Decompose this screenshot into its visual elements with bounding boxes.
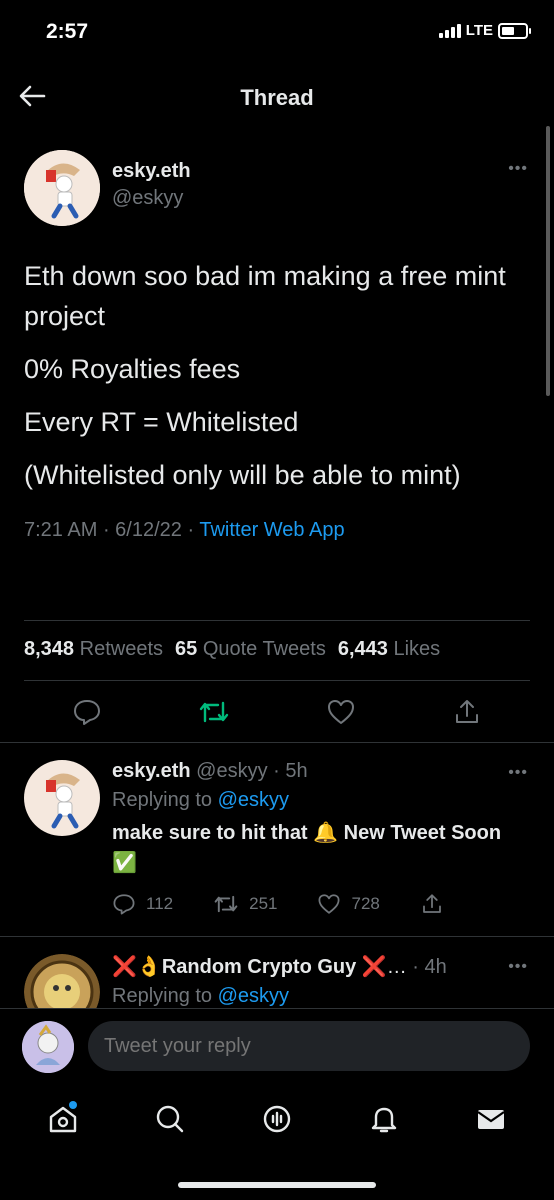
author-name[interactable]: esky.eth xyxy=(112,160,191,183)
status-time: 2:57 xyxy=(46,20,89,43)
reply-count: 112 xyxy=(146,894,174,913)
tweet-line: 0% Royalties fees xyxy=(24,354,241,384)
name-prefix-emoji: ❌👌 xyxy=(112,956,162,978)
more-options-button[interactable]: ••• xyxy=(508,958,528,976)
author-handle[interactable]: @eskyy xyxy=(112,187,191,210)
tweet-time: 7:21 AM xyxy=(24,519,98,541)
heart-icon xyxy=(328,699,354,724)
spaces-icon xyxy=(263,1105,291,1133)
more-horizontal-icon: ••• xyxy=(508,958,528,975)
author-name[interactable]: Random Crypto Guy xyxy=(162,956,356,978)
avatar-art-icon xyxy=(24,760,100,836)
search-icon xyxy=(156,1105,184,1133)
tweet-line: Eth down soo bad im making a free mint p… xyxy=(24,261,506,331)
tweet-line: (Whitelisted only will be able to mint) xyxy=(24,460,461,490)
avatar-art-icon xyxy=(22,1021,74,1073)
network-label: LTE xyxy=(465,22,493,39)
reply-button[interactable]: 112 xyxy=(112,892,173,916)
like-count: 728 xyxy=(351,894,380,913)
check-emoji-icon: ✅ xyxy=(112,852,137,874)
tweet-text: Eth down soo bad im making a free mint p… xyxy=(24,256,530,495)
reply-text: make sure to hit that 🔔 New Tweet Soon ✅ xyxy=(112,822,502,874)
reply-actions: 112 251 728 xyxy=(112,892,530,916)
share-icon xyxy=(422,894,441,913)
top-bar: Thread xyxy=(0,66,554,128)
reply-header: esky.eth @eskyy · 5h xyxy=(112,760,308,782)
reply-header: ❌👌Random Crypto Guy ❌… · 4h xyxy=(112,956,447,978)
retweet-icon xyxy=(199,701,229,722)
bell-emoji-icon: 🔔 xyxy=(313,822,339,844)
like-button[interactable] xyxy=(326,697,356,732)
reply-input[interactable] xyxy=(88,1021,530,1071)
divider xyxy=(24,680,530,681)
tab-notifications[interactable] xyxy=(362,1097,406,1141)
more-options-button[interactable]: ••• xyxy=(508,160,528,178)
avatar-art-icon xyxy=(24,954,100,1008)
bottom-tab-bar xyxy=(0,1084,554,1154)
replying-to-link[interactable]: @eskyy xyxy=(218,789,289,811)
replying-to-link[interactable]: @eskyy xyxy=(218,985,289,1007)
reply-tweet[interactable]: ❌👌Random Crypto Guy ❌… · 4h Replying to … xyxy=(24,954,530,1008)
like-button[interactable]: 728 xyxy=(317,892,380,916)
retweet-count: 251 xyxy=(249,894,278,913)
share-button[interactable] xyxy=(452,697,482,732)
tab-home[interactable] xyxy=(41,1097,85,1141)
replying-to: Replying to @eskyy xyxy=(112,985,290,1007)
divider xyxy=(24,620,530,621)
likes-stat[interactable]: 6,443 Likes xyxy=(338,638,440,661)
avatar[interactable] xyxy=(24,150,100,226)
tab-spaces[interactable] xyxy=(255,1097,299,1141)
heart-icon xyxy=(319,894,340,914)
avatar[interactable] xyxy=(24,760,100,836)
messages-icon xyxy=(476,1110,505,1129)
divider xyxy=(0,742,554,743)
notifications-icon xyxy=(371,1107,396,1133)
quotes-stat[interactable]: 65 Quote Tweets xyxy=(175,638,326,661)
tab-search[interactable] xyxy=(148,1097,192,1141)
replying-to: Replying to @eskyy xyxy=(112,789,290,811)
share-button[interactable] xyxy=(420,892,444,916)
tweet-line: Every RT = Whitelisted xyxy=(24,407,299,437)
reply-time: 4h xyxy=(424,956,447,978)
reply-time: 5h xyxy=(285,760,308,782)
retweet-icon xyxy=(214,895,238,913)
home-indicator[interactable] xyxy=(178,1182,376,1188)
avatar[interactable] xyxy=(24,954,100,1008)
share-icon xyxy=(456,699,478,723)
tweet-actions xyxy=(24,692,530,736)
avatar-art-icon xyxy=(24,150,100,226)
main-tweet: esky.eth @eskyy ••• Eth down soo bad im … xyxy=(24,150,530,542)
reply-composer xyxy=(0,1008,554,1084)
more-horizontal-icon: ••• xyxy=(508,764,528,781)
page-title: Thread xyxy=(240,85,314,110)
divider xyxy=(0,936,554,937)
author-handle[interactable]: @eskyy xyxy=(196,760,267,782)
retweet-button[interactable]: 251 xyxy=(213,892,277,916)
reply-bubble-icon xyxy=(113,894,135,915)
more-options-button[interactable]: ••• xyxy=(508,764,528,782)
tweet-date: 6/12/22 xyxy=(115,519,182,541)
retweets-stat[interactable]: 8,348 Retweets xyxy=(24,638,163,661)
status-indicators: LTE xyxy=(438,22,531,39)
scrollbar[interactable] xyxy=(546,126,550,396)
author-name[interactable]: esky.eth xyxy=(112,760,191,782)
tweet-source[interactable]: Twitter Web App xyxy=(199,519,344,541)
status-bar: 2:57 LTE xyxy=(0,0,554,66)
battery-icon xyxy=(498,22,531,39)
reply-button[interactable] xyxy=(72,697,102,732)
tab-messages[interactable] xyxy=(469,1097,513,1141)
tweet-meta: 7:21 AM · 6/12/22 · Twitter Web App xyxy=(24,519,345,541)
reply-bubble-icon xyxy=(74,699,100,725)
name-suffix-emoji: ❌… xyxy=(361,956,407,978)
user-avatar[interactable] xyxy=(22,1021,74,1073)
reply-tweet[interactable]: esky.eth @eskyy · 5h Replying to @eskyy … xyxy=(24,760,530,930)
tweet-stats: 8,348 Retweets 65 Quote Tweets 6,443 Lik… xyxy=(24,638,440,661)
retweet-button[interactable] xyxy=(198,697,230,732)
more-horizontal-icon: ••• xyxy=(508,160,528,177)
signal-icon xyxy=(438,23,461,38)
